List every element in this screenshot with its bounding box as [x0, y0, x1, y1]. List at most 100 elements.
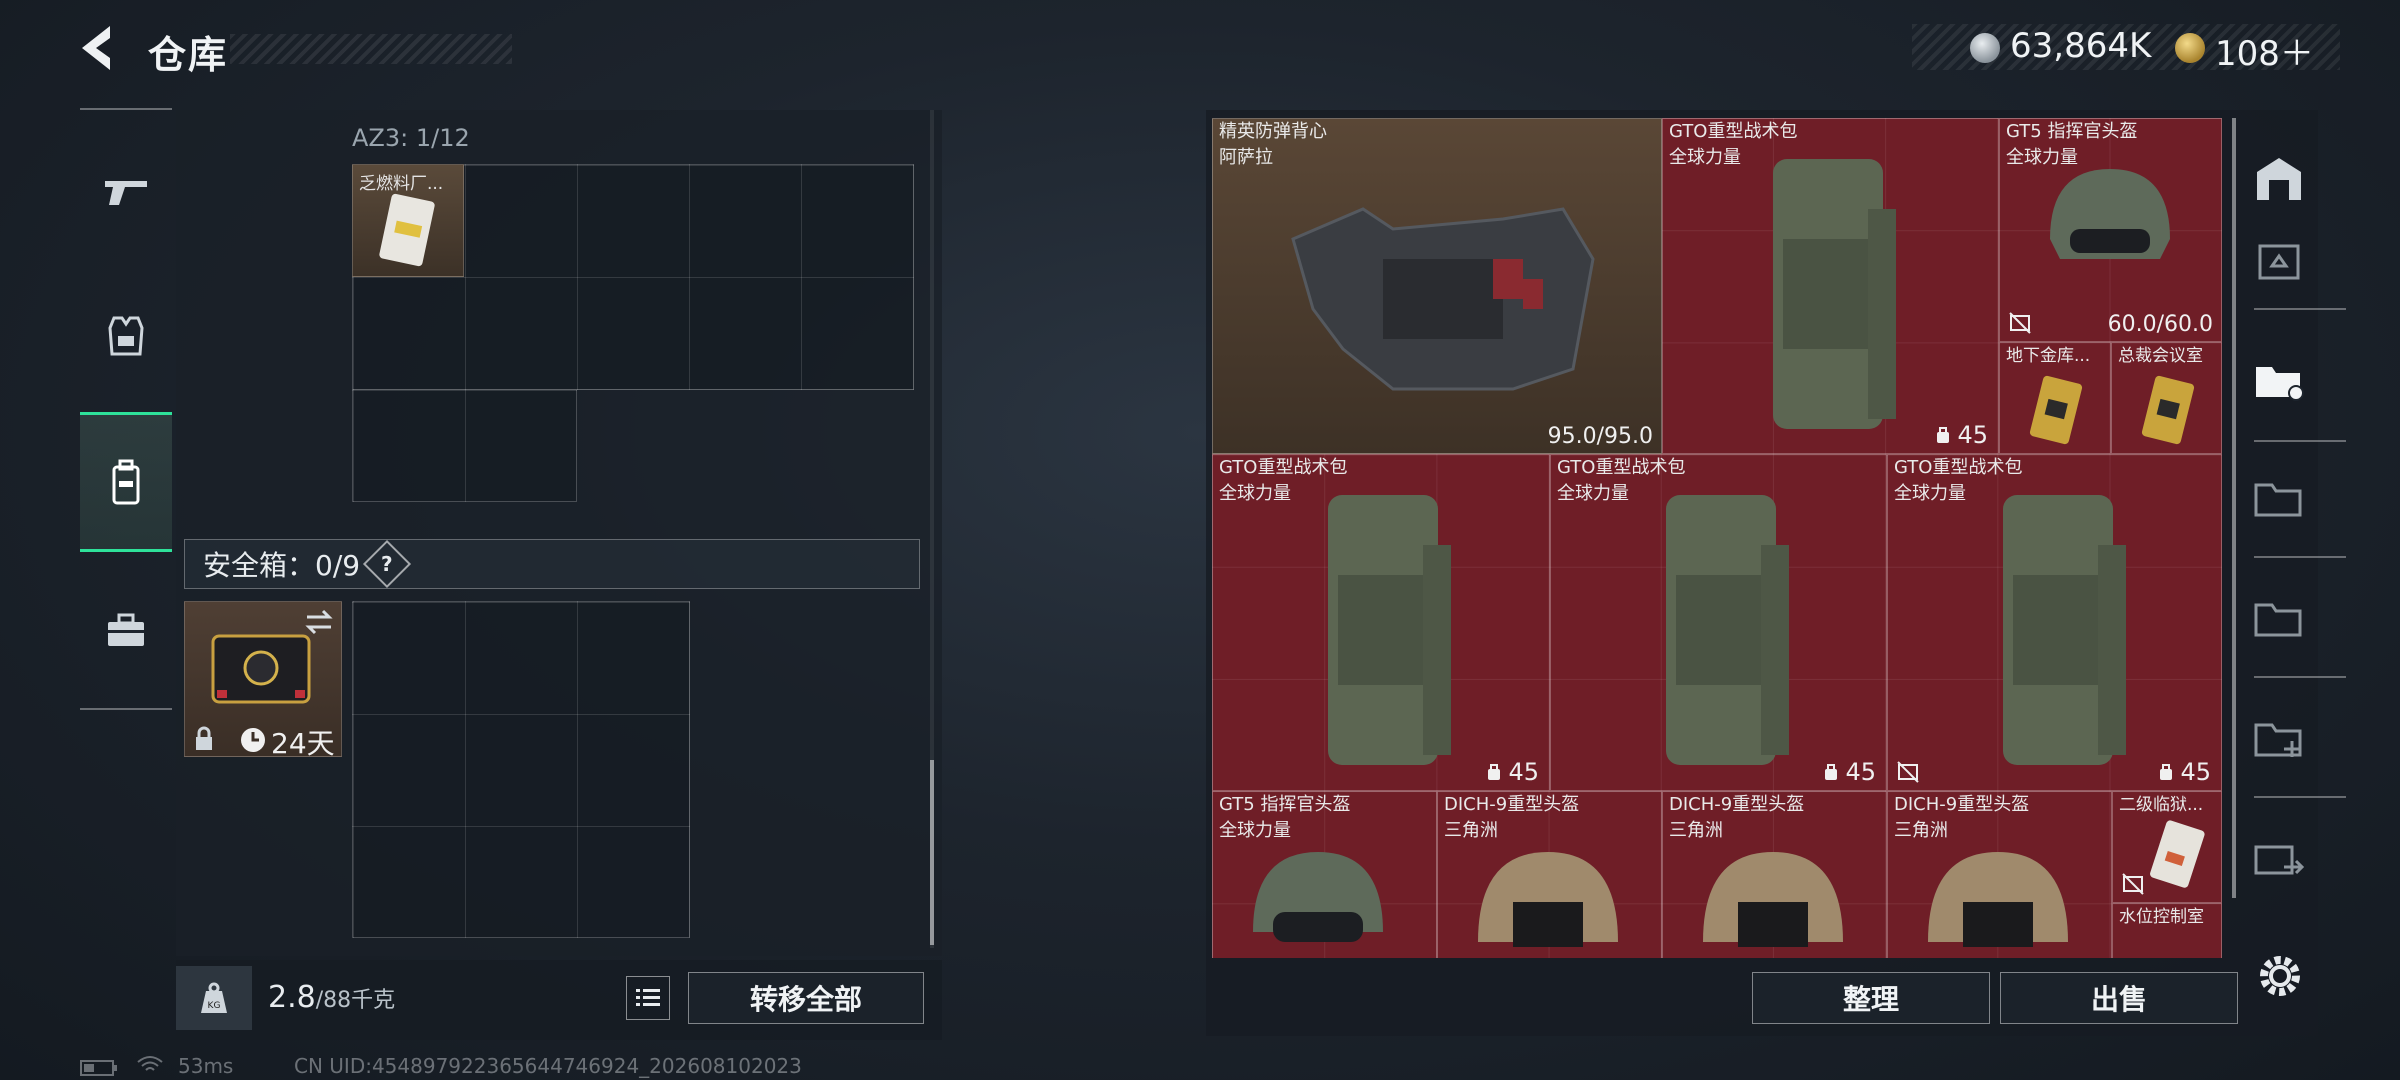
list-view-button[interactable]: [626, 976, 670, 1020]
item-name: 乏燃料厂...: [359, 174, 444, 194]
title-decoration: [230, 34, 512, 64]
safe-box-grid[interactable]: [352, 601, 690, 938]
battery-icon: [80, 1060, 117, 1076]
item-count: 45: [2158, 758, 2211, 786]
key-card-image: [2141, 375, 2195, 445]
nav-backpack[interactable]: [80, 412, 172, 552]
gold-amount[interactable]: 108＋: [2215, 26, 2314, 75]
back-arrow-icon: [82, 26, 110, 70]
sort-button[interactable]: 整理: [1752, 972, 1990, 1024]
stash-item-card[interactable]: 水位控制室: [2112, 903, 2222, 958]
safe-box-header: 安全箱：0/9 ?: [184, 539, 920, 589]
nav-divider: [80, 108, 172, 110]
backpack-image: [2003, 495, 2126, 765]
stash-scrollbar[interactable]: [2232, 118, 2236, 898]
stash-item-armor[interactable]: 精英防弹背心 阿萨拉 95.0/95.0: [1212, 118, 1662, 454]
side-tab-storage-6[interactable]: [2246, 824, 2312, 890]
folder-icon: [2254, 483, 2302, 517]
bag-capacity-icon: [1825, 764, 1838, 780]
no-drop-icon: [1897, 761, 1919, 783]
stash-item-backpack[interactable]: GTO重型战术包 全球力量 45: [1212, 454, 1550, 791]
warehouse-icon: [2257, 158, 2301, 200]
stash-item-key[interactable]: 总裁会议室: [2111, 342, 2222, 454]
item-name: DICH-9重型头盔: [1444, 794, 1580, 815]
weight-icon-box: KG: [176, 966, 252, 1030]
nav-weapons[interactable]: [80, 140, 172, 240]
stash-item-helmet[interactable]: DICH-9重型头盔 三角洲: [1437, 791, 1662, 958]
silver-amount: 63,864K: [2010, 26, 2152, 66]
nav-gear[interactable]: [80, 286, 172, 386]
stash-item-card[interactable]: 二级临狱...: [2112, 791, 2222, 903]
nav-divider: [80, 708, 172, 710]
container-title: AZ3: 1/12: [352, 124, 470, 152]
vest-image: [1291, 207, 1595, 391]
side-tab-storage-4[interactable]: [2246, 584, 2312, 650]
backpack-image: [1328, 495, 1451, 765]
stash-item-backpack[interactable]: GTO重型战术包 全球力量 45: [1887, 454, 2222, 791]
svg-text:KG: KG: [208, 1001, 221, 1011]
scrollbar-thumb[interactable]: [930, 760, 934, 945]
stash-item-backpack[interactable]: GTO重型战术包 全球力量 45: [1550, 454, 1887, 791]
vest-icon: [108, 316, 144, 356]
stash-item-helmet[interactable]: DICH-9重型头盔 三角洲: [1662, 791, 1887, 958]
helmet-image: [1253, 852, 1383, 942]
item-origin: 全球力量: [1557, 483, 1629, 504]
sell-button[interactable]: 出售: [2000, 972, 2238, 1024]
item-name: GT5 指挥官头盔: [2006, 121, 2138, 142]
helmet-image: [1478, 852, 1618, 947]
weight-current: 2.8: [268, 980, 316, 1015]
stash-item-helmet[interactable]: GT5 指挥官头盔 全球力量 60.0/60.0: [1999, 118, 2222, 342]
stash-item-helmet[interactable]: DICH-9重型头盔 三角洲: [1887, 791, 2112, 958]
side-divider: [2254, 796, 2346, 798]
no-drop-icon: [2122, 873, 2144, 895]
settings-gear-icon[interactable]: [2254, 950, 2306, 1002]
side-divider: [2254, 308, 2346, 310]
page-title: 仓库: [148, 33, 229, 77]
item-name: 二级临狱...: [2119, 795, 2204, 815]
bag-capacity-icon: [1488, 764, 1501, 780]
helmet-image: [1703, 852, 1843, 947]
weight-max: /88千克: [315, 988, 396, 1013]
stash-grid[interactable]: 精英防弹背心 阿萨拉 95.0/95.0 GTO重型战术包 全球力量 45 GT…: [1212, 118, 2222, 958]
safe-box-capacity: 安全箱：0/9: [203, 549, 361, 582]
item-name: 水位控制室: [2119, 907, 2204, 927]
item-origin: 全球力量: [1669, 147, 1741, 168]
item-durability: 60.0/60.0: [2107, 312, 2213, 337]
key-card-image: [2029, 375, 2083, 445]
bag-capacity-icon: [2160, 764, 2173, 780]
help-button[interactable]: ?: [363, 539, 412, 589]
helmet-image: [2050, 169, 2170, 259]
item-name: 地下金库...: [2006, 346, 2091, 366]
side-tab-storage-3[interactable]: [2246, 464, 2312, 530]
item-count: 45: [1935, 421, 1988, 449]
weight-readout: 2.8/88千克: [268, 980, 395, 1015]
storage-box-icon: [2258, 244, 2300, 280]
stash-item-backpack[interactable]: GTO重型战术包 全球力量 45: [1662, 118, 1999, 454]
clock-icon: [241, 728, 265, 752]
ping-readout: 53ms: [178, 1054, 234, 1078]
backpack-icon: [112, 459, 140, 505]
folder-icon: [2254, 603, 2302, 637]
item-name: GT5 指挥官头盔: [1219, 794, 1351, 815]
bag-capacity-icon: [1937, 427, 1950, 443]
wifi-icon: [137, 1056, 163, 1071]
side-divider: [2254, 676, 2346, 678]
gun-icon: [105, 181, 147, 205]
back-button[interactable]: [70, 18, 130, 78]
side-tab-storage-1[interactable]: [2246, 226, 2312, 292]
stash-item-helmet[interactable]: GT5 指挥官头盔 全球力量: [1212, 791, 1437, 958]
nav-case[interactable]: [80, 580, 172, 680]
expire-days: 24天: [271, 727, 335, 760]
side-divider: [2254, 556, 2346, 558]
side-tab-storage-5[interactable]: [2246, 704, 2312, 770]
transfer-all-button[interactable]: 转移全部: [688, 972, 924, 1024]
item-origin: 全球力量: [1894, 483, 1966, 504]
side-tab-stash[interactable]: [2246, 146, 2312, 212]
container-grid-bottom[interactable]: [352, 389, 577, 502]
safe-box-item[interactable]: 24天: [184, 601, 342, 760]
item-slot[interactable]: 乏燃料厂...: [352, 164, 464, 277]
transfer-storage-icon: [2254, 845, 2305, 875]
side-tab-storage-2[interactable]: [2246, 346, 2312, 412]
side-divider: [2254, 440, 2346, 442]
stash-item-key[interactable]: 地下金库...: [1999, 342, 2111, 454]
